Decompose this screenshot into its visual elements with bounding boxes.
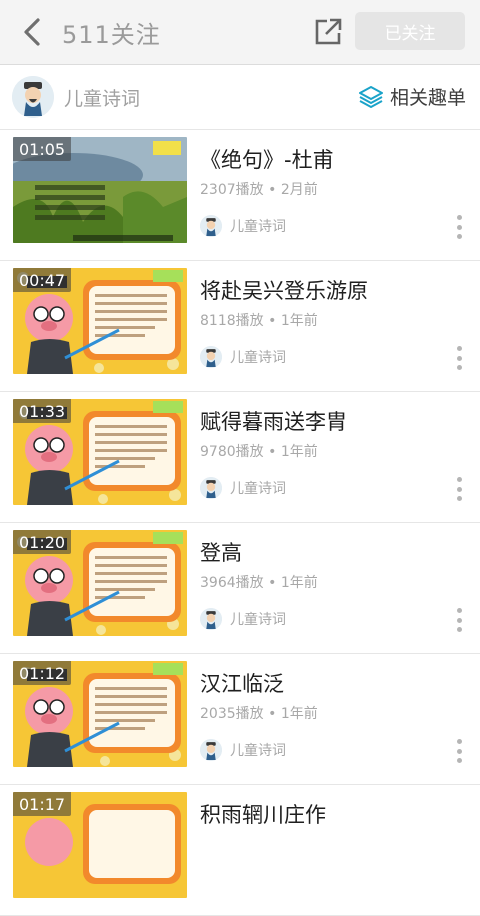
channel-avatar[interactable] bbox=[12, 76, 54, 118]
author-name: 儿童诗词 bbox=[230, 350, 286, 366]
video-meta: 2035播放 • 1年前 bbox=[200, 706, 318, 722]
video-duration: 01:33 bbox=[13, 399, 72, 423]
video-item[interactable]: 00:47 将赴吴兴登乐游原 8118播放 • 1年前 儿童诗词 bbox=[0, 261, 480, 392]
video-item[interactable]: 01:17 积雨辋川庄作 bbox=[0, 785, 480, 916]
video-author[interactable]: 儿童诗词 bbox=[200, 346, 286, 368]
top-bar: 511关注 已关注 bbox=[0, 0, 480, 65]
followed-button[interactable]: 已关注 bbox=[355, 12, 465, 50]
author-name: 儿童诗词 bbox=[230, 743, 286, 759]
poet-avatar-image bbox=[12, 76, 54, 118]
channel-row: 儿童诗词 相关趣单 bbox=[0, 65, 480, 130]
video-meta: 9780播放 • 1年前 bbox=[200, 444, 318, 460]
video-thumbnail[interactable]: 00:47 bbox=[13, 268, 187, 374]
video-author[interactable]: 儿童诗词 bbox=[200, 739, 286, 761]
related-lists-button[interactable]: 相关趣单 bbox=[358, 83, 466, 110]
video-title[interactable]: 将赴吴兴登乐游原 bbox=[200, 275, 368, 305]
back-button[interactable] bbox=[10, 0, 54, 64]
author-avatar bbox=[200, 215, 222, 237]
author-name: 儿童诗词 bbox=[230, 612, 286, 628]
video-duration: 01:20 bbox=[13, 530, 72, 554]
video-author[interactable]: 儿童诗词 bbox=[200, 477, 286, 499]
more-options-icon[interactable] bbox=[454, 739, 464, 763]
chevron-left-icon bbox=[24, 18, 40, 46]
video-title[interactable]: 积雨辋川庄作 bbox=[200, 799, 326, 829]
more-options-icon[interactable] bbox=[454, 608, 464, 632]
video-item[interactable]: 01:33 赋得暮雨送李胄 9780播放 • 1年前 儿童诗词 bbox=[0, 392, 480, 523]
video-meta: 8118播放 • 1年前 bbox=[200, 313, 318, 329]
share-external-icon bbox=[315, 18, 342, 45]
video-list: 01:05 《绝句》-杜甫 2307播放 • 2月前 儿童诗词 00:47 将赴… bbox=[0, 130, 480, 916]
more-options-icon[interactable] bbox=[454, 346, 464, 370]
video-item[interactable]: 01:12 汉江临泛 2035播放 • 1年前 儿童诗词 bbox=[0, 654, 480, 785]
video-item[interactable]: 01:05 《绝句》-杜甫 2307播放 • 2月前 儿童诗词 bbox=[0, 130, 480, 261]
video-thumbnail[interactable]: 01:33 bbox=[13, 399, 187, 505]
video-title[interactable]: 《绝句》-杜甫 bbox=[200, 144, 334, 174]
video-thumbnail[interactable]: 01:17 bbox=[13, 792, 187, 898]
author-avatar bbox=[200, 346, 222, 368]
author-name: 儿童诗词 bbox=[230, 219, 286, 235]
layers-icon bbox=[358, 85, 383, 108]
video-title[interactable]: 赋得暮雨送李胄 bbox=[200, 406, 347, 436]
video-meta: 2307播放 • 2月前 bbox=[200, 182, 318, 198]
more-options-icon[interactable] bbox=[454, 477, 464, 501]
channel-name: 儿童诗词 bbox=[64, 87, 141, 110]
video-item[interactable]: 01:20 登高 3964播放 • 1年前 儿童诗词 bbox=[0, 523, 480, 654]
video-duration: 01:12 bbox=[13, 661, 72, 685]
share-button[interactable] bbox=[311, 15, 345, 49]
page-title: 511关注 bbox=[62, 20, 161, 49]
video-title[interactable]: 汉江临泛 bbox=[200, 668, 284, 698]
author-avatar bbox=[200, 477, 222, 499]
video-meta: 3964播放 • 1年前 bbox=[200, 575, 318, 591]
video-thumbnail[interactable]: 01:20 bbox=[13, 530, 187, 636]
more-options-icon[interactable] bbox=[454, 215, 464, 239]
video-thumbnail[interactable]: 01:05 bbox=[13, 137, 187, 243]
author-avatar bbox=[200, 608, 222, 630]
video-duration: 01:05 bbox=[13, 137, 72, 161]
related-lists-label: 相关趣单 bbox=[389, 87, 466, 109]
video-author[interactable]: 儿童诗词 bbox=[200, 215, 286, 237]
video-thumbnail[interactable]: 01:12 bbox=[13, 661, 187, 767]
author-avatar bbox=[200, 739, 222, 761]
video-author[interactable]: 儿童诗词 bbox=[200, 608, 286, 630]
video-title[interactable]: 登高 bbox=[200, 537, 242, 567]
author-name: 儿童诗词 bbox=[230, 481, 286, 497]
video-duration: 00:47 bbox=[13, 268, 72, 292]
video-duration: 01:17 bbox=[13, 792, 72, 816]
